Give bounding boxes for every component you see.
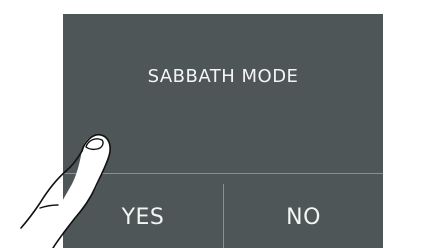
no-button[interactable]: NO bbox=[224, 174, 383, 248]
sabbath-mode-dialog: SABBATH MODE YES NO bbox=[63, 14, 383, 248]
screen: SABBATH MODE YES NO bbox=[0, 0, 426, 248]
yes-button[interactable]: YES bbox=[63, 174, 223, 248]
dialog-title: SABBATH MODE bbox=[147, 66, 299, 87]
